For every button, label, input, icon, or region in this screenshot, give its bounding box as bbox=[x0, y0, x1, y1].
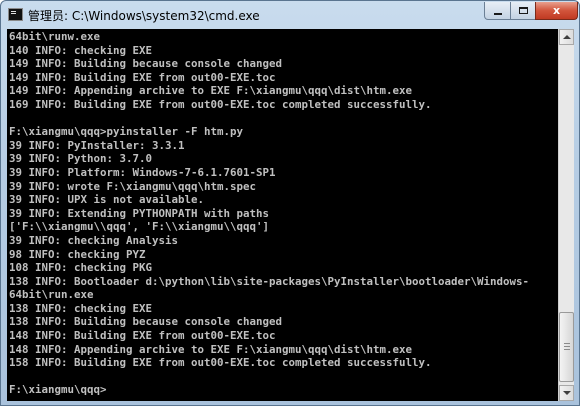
console-line: 148 INFO: Building EXE from out00-EXE.to… bbox=[9, 329, 276, 343]
maximize-button[interactable] bbox=[510, 2, 536, 20]
console-line: 39 INFO: checking Analysis bbox=[9, 233, 179, 247]
maximize-icon bbox=[518, 7, 528, 14]
console-output[interactable]: 64bit\runw.exe 140 INFO: checking EXE 149 … bbox=[7, 29, 558, 401]
console-line: 148 INFO: Appending archive to EXE F:\xi… bbox=[9, 342, 413, 356]
console-line: 39 INFO: Platform: Windows-7-6.1.7601-SP… bbox=[9, 165, 276, 179]
console-text: 64bit\runw.exe 140 INFO: checking EXE 149 … bbox=[7, 29, 558, 397]
console-line: 149 INFO: Building because console chang… bbox=[9, 57, 283, 71]
console-line: F:\xiangmu\qqq>pyinstaller -F htm.py bbox=[9, 125, 244, 139]
arrow-up-icon bbox=[562, 35, 571, 39]
console-line: 149 INFO: Appending archive to EXE F:\xi… bbox=[9, 84, 413, 98]
console-line: 169 INFO: Building EXE from out00-EXE.to… bbox=[9, 97, 432, 111]
scroll-up-button[interactable] bbox=[559, 29, 574, 45]
console-line: 39 INFO: wrote F:\xiangmu\qqq\htm.spec bbox=[9, 179, 257, 193]
title-bar[interactable]: 管理员: C:\Windows\system32\cmd.exe x bbox=[1, 1, 579, 29]
console-line: 108 INFO: checking PKG bbox=[9, 261, 153, 275]
console-line: 149 INFO: Building EXE from out00-EXE.to… bbox=[9, 70, 276, 84]
minimize-icon bbox=[493, 12, 502, 15]
console-line: F:\xiangmu\qqq> bbox=[9, 383, 107, 397]
vertical-scrollbar[interactable] bbox=[558, 29, 574, 401]
minimize-button[interactable] bbox=[484, 2, 511, 20]
console-line: 64bit\run.exe bbox=[9, 288, 94, 302]
console-line: 39 INFO: PyInstaller: 3.3.1 bbox=[9, 138, 185, 152]
scroll-down-button[interactable] bbox=[559, 385, 574, 401]
cmd-window: 管理员: C:\Windows\system32\cmd.exe x 64bit… bbox=[0, 0, 580, 406]
console-line: 138 INFO: checking EXE bbox=[9, 301, 153, 315]
grip-line bbox=[564, 343, 570, 344]
console-line: 98 INFO: checking PYZ bbox=[9, 247, 146, 261]
console-line: 138 INFO: Building because console chang… bbox=[9, 315, 283, 329]
console-line: 64bit\runw.exe bbox=[9, 30, 101, 43]
console-line: 39 INFO: UPX is not available. bbox=[9, 193, 205, 207]
close-icon: x bbox=[552, 4, 561, 17]
console-line: ['F:\\xiangmu\\qqq', 'F:\\xiangmu\\qqq'] bbox=[9, 220, 270, 234]
close-button[interactable]: x bbox=[535, 2, 578, 20]
cmd-icon[interactable] bbox=[8, 8, 23, 21]
console-line: 39 INFO: Extending PYTHONPATH with paths bbox=[9, 206, 270, 220]
console-line: 140 INFO: checking EXE bbox=[9, 43, 153, 57]
window-title: 管理员: C:\Windows\system32\cmd.exe bbox=[28, 9, 260, 23]
grip-line bbox=[564, 346, 570, 347]
arrow-down-icon bbox=[562, 391, 571, 395]
console-line: 158 INFO: Building EXE from out00-EXE.to… bbox=[9, 356, 432, 370]
scroll-thumb[interactable] bbox=[559, 312, 574, 382]
grip-line bbox=[564, 349, 570, 350]
console-line: 39 INFO: Python: 3.7.0 bbox=[9, 152, 153, 166]
console-line: 138 INFO: Bootloader d:\python\lib\site-… bbox=[9, 274, 530, 288]
